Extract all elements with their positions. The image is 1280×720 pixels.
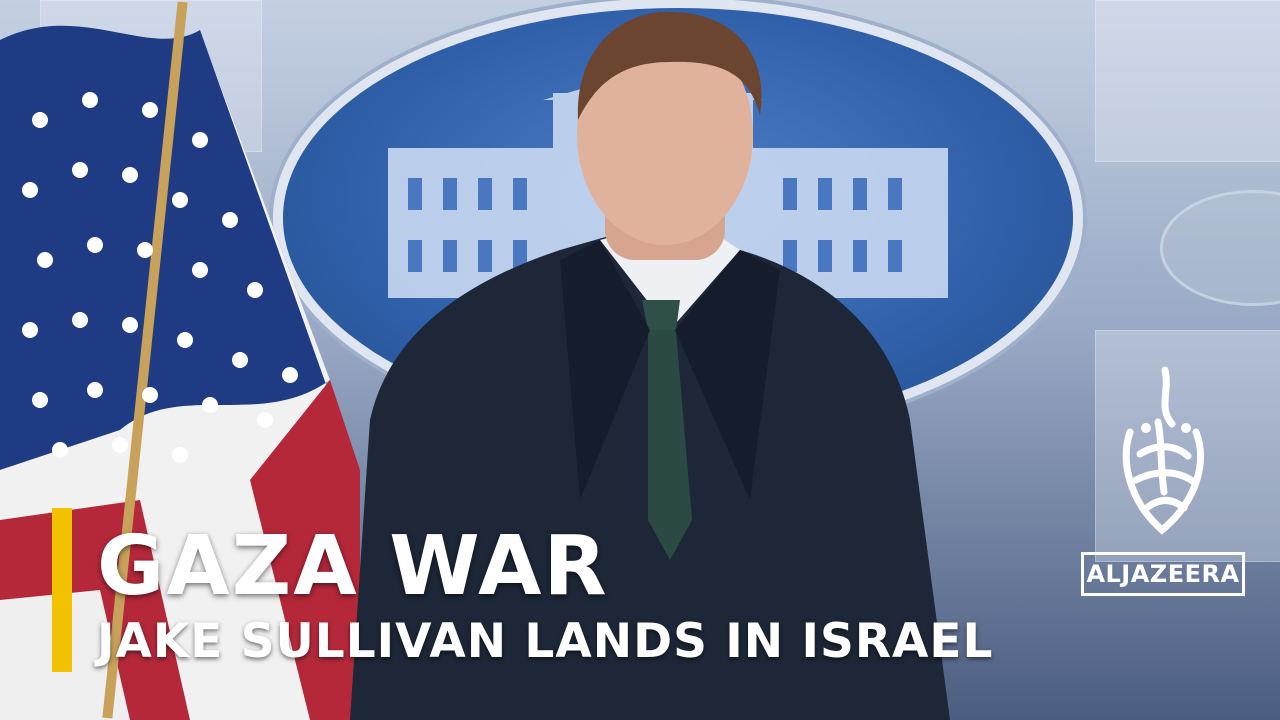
- aljazeera-wordmark: ALJAZEERA: [1081, 552, 1245, 596]
- subheadline: JAKE SULLIVAN LANDS IN ISRAEL: [97, 614, 994, 669]
- headline: GAZA WAR: [97, 519, 609, 614]
- headline-accent-bar: [52, 508, 72, 672]
- video-thumbnail: GAZA WAR JAKE SULLIVAN LANDS IN ISRAEL A…: [0, 0, 1280, 720]
- aljazeera-calligraphy-icon: [1122, 366, 1205, 535]
- wall-panel: [1095, 0, 1280, 162]
